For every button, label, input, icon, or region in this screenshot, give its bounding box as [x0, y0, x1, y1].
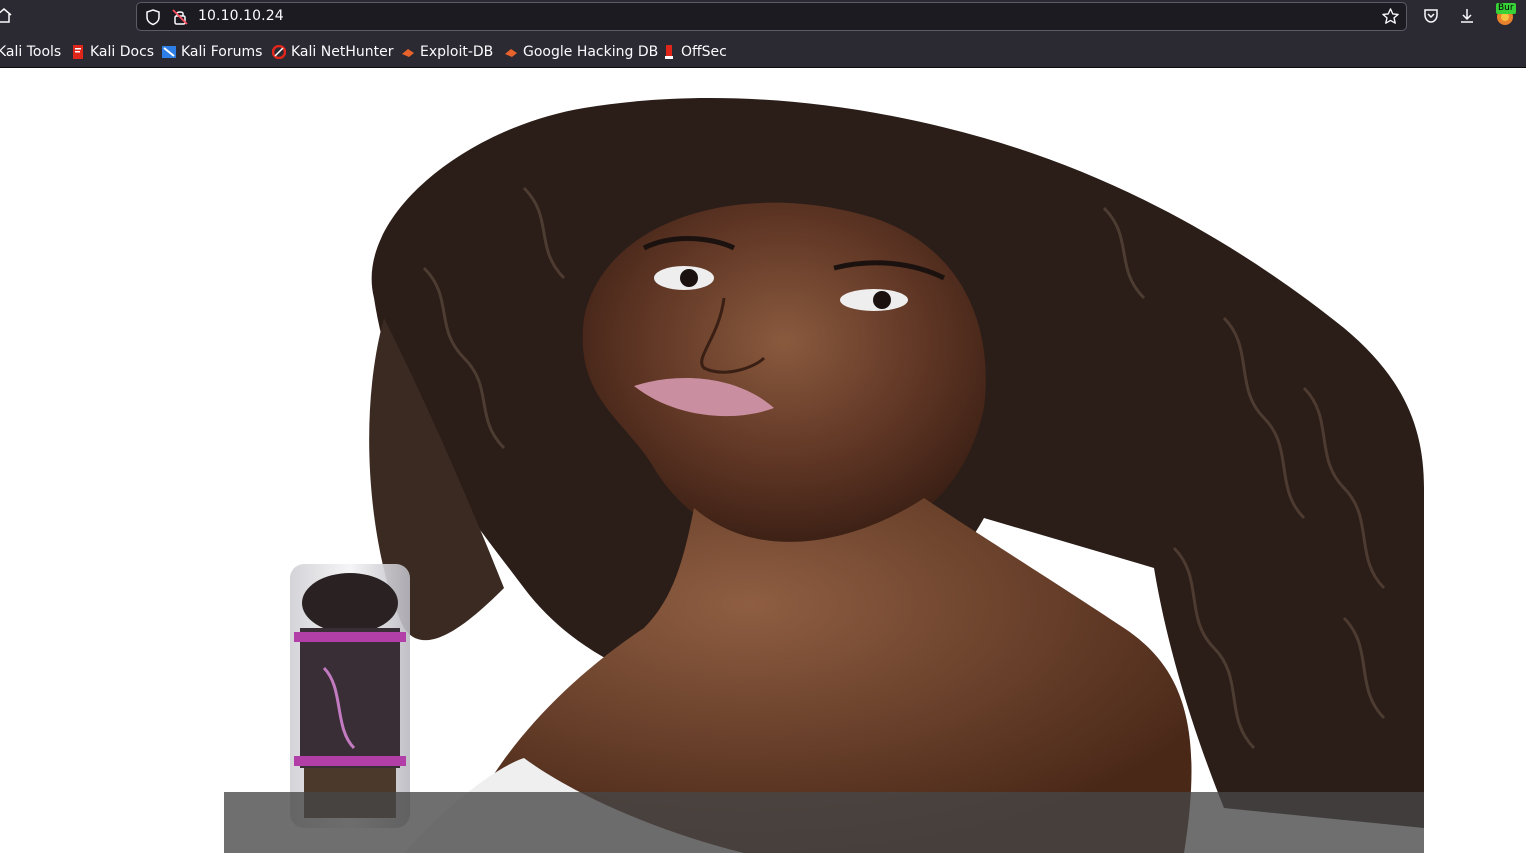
pocket-icon[interactable] [1421, 6, 1441, 26]
bookmark-label: Kali Forums [181, 44, 263, 60]
bookmark-label: Google Hacking DB [523, 44, 659, 60]
kali-nethunter-icon [272, 45, 286, 59]
bookmark-label: Exploit-DB [420, 44, 494, 60]
bookmark-kali-docs[interactable]: Kali Docs [71, 43, 154, 61]
hero-illustration [290, 98, 1424, 853]
insecure-lock-icon[interactable] [171, 8, 189, 26]
hero-caption-bar [224, 792, 1424, 853]
bookmarks-toolbar: Kali Tools Kali Docs Kali Forums Kali Ne… [0, 34, 1526, 68]
bookmark-label: Kali Tools [0, 44, 62, 60]
bookmark-label: OffSec [681, 44, 727, 60]
page-content [0, 68, 1526, 853]
bookmark-kali-forums[interactable]: Kali Forums [162, 43, 262, 61]
offsec-icon [665, 45, 673, 59]
bookmark-exploit-db[interactable]: Exploit-DB [401, 43, 493, 61]
bookmark-kali-nethunter[interactable]: Kali NetHunter [272, 43, 393, 61]
bookmark-label: Kali Docs [90, 44, 155, 60]
address-bar[interactable]: 10.10.10.24 [136, 2, 1407, 31]
bookmark-star-icon[interactable] [1381, 7, 1400, 26]
browser-toolbar: 10.10.10.24 Bur [0, 0, 1526, 34]
downloads-icon[interactable] [1457, 6, 1477, 26]
burp-extension-badge: Bur [1496, 3, 1516, 14]
bookmark-google-hacking-db[interactable]: Google Hacking DB [504, 43, 658, 61]
exploit-db-icon [402, 49, 414, 57]
bookmark-label: Kali NetHunter [291, 44, 394, 60]
home-icon[interactable] [0, 6, 14, 26]
google-hacking-db-icon [505, 49, 517, 57]
hair-product-tube [290, 564, 410, 828]
kali-docs-icon [73, 45, 83, 59]
kali-forums-icon [162, 46, 176, 58]
bookmark-kali-tools[interactable]: Kali Tools [0, 43, 61, 61]
bookmark-offsec[interactable]: OffSec [662, 43, 727, 61]
tracking-protection-shield-icon[interactable] [144, 8, 162, 26]
url-text[interactable]: 10.10.10.24 [198, 8, 284, 24]
hero-image [224, 68, 1424, 853]
